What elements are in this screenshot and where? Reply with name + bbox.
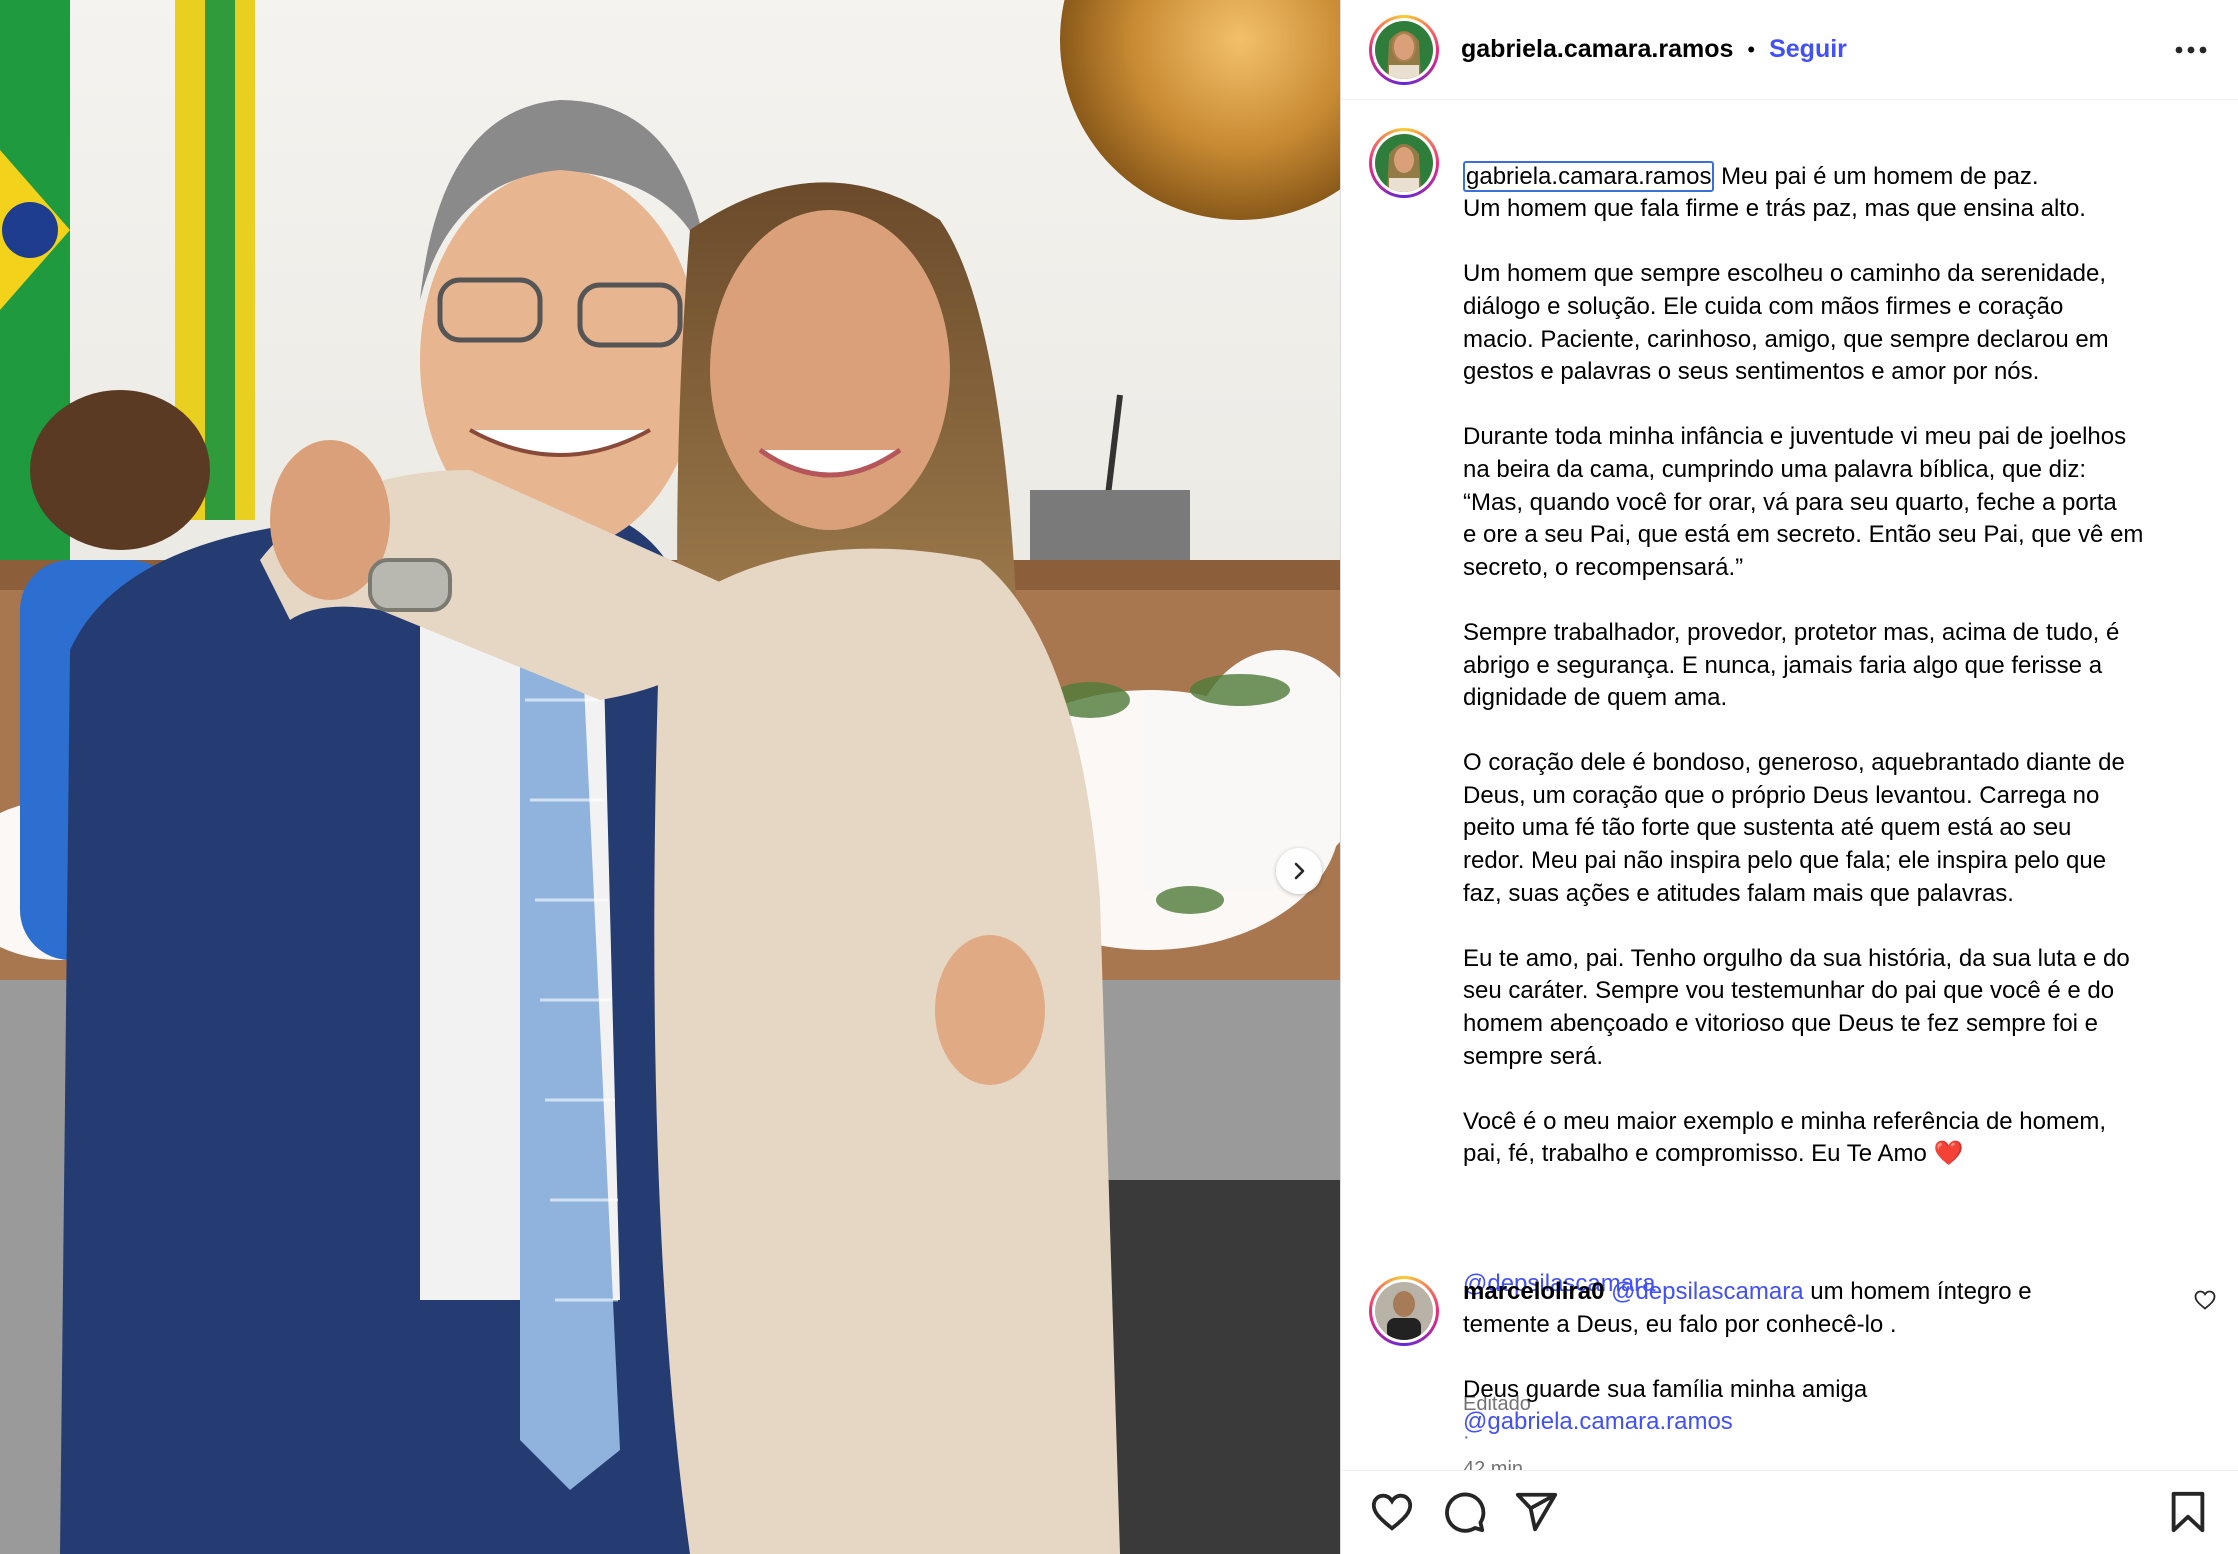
more-options-button[interactable] [2171,30,2211,70]
bookmark-icon [2171,1491,2205,1533]
comment-like-button[interactable] [2193,1288,2221,1316]
post-timestamp[interactable]: 42 min [1463,1458,1523,1470]
caption-line: gabriela.camara.ramos Meu pai é um homem… [1463,160,2238,194]
caption-line: “Mas, quando você for orar, vá para seu … [1463,488,2117,516]
caption-line: Um homem que sempre escolheu o caminho d… [1463,260,2107,288]
comment-item: marcelolira0 @depsilascamara um homem ín… [1369,1276,2229,1439]
caption-line: Você é o meu maior exemplo e minha refer… [1463,1107,2106,1135]
caption-line: seu caráter. Sempre vou testemunhar do p… [1463,977,2115,1005]
carousel-next-button[interactable] [1276,848,1322,894]
caption-line: Durante toda minha infância e juventude … [1463,423,2127,451]
comments-scroll-area[interactable]: gabriela.camara.ramos Meu pai é um homem… [1341,100,2238,1470]
caption-author-avatar[interactable] [1369,128,1439,198]
caption-line: e ore a seu Pai, que está em secreto. En… [1463,521,2144,549]
like-button[interactable] [1369,1489,1415,1535]
caption-line: O coração dele é bondoso, generoso, aque… [1463,749,2125,777]
photo-illustration [0,0,1340,1554]
commenter-avatar[interactable] [1369,1276,1439,1346]
caption-line: homem abençoado e vitorioso que Deus te … [1463,1010,2099,1038]
header-separator: • [1747,36,1756,62]
caption-line: Eu te amo, pai. Tenho orgulho da sua his… [1463,944,2130,972]
caption-line-text: Meu pai é um homem de paz. [1714,162,2039,190]
avatar-image [1375,20,1433,79]
post-sidebar: gabriela.camara.ramos • Seguir gabriela.… [1340,0,2238,1554]
comment-icon [1445,1492,1486,1533]
comment-username[interactable]: marcelolira0 [1463,1278,1604,1305]
follow-button[interactable]: Seguir [1769,35,1847,64]
chevron-right-icon [1294,862,1305,880]
author-username[interactable]: gabriela.camara.ramos [1461,35,1733,64]
caption-username-link[interactable]: gabriela.camara.ramos [1463,160,1715,192]
caption-line: secreto, o recompensará.” [1463,553,1744,581]
avatar-image [1375,134,1433,192]
heart-icon [1371,1493,1413,1531]
red-heart-emoji: ❤️ [1926,1140,1964,1168]
caption-lines: gabriela.camara.ramos Meu pai é um homem… [1463,160,2238,1171]
save-button[interactable] [2165,1489,2211,1535]
post-action-bar [1341,1470,2238,1554]
caption-line [1463,584,2238,617]
heart-icon [2194,1290,2216,1310]
caption-line: dignidade de quem ama. [1463,684,1728,712]
caption-line [1463,389,2238,422]
caption-line [1463,1073,2238,1106]
avatar-image [1375,1282,1433,1340]
caption-line: Sempre trabalhador, provedor, protetor m… [1463,618,2120,646]
caption-line: sempre será. [1463,1042,1604,1070]
caption-line: gestos e palavras o seus sentimentos e a… [1463,358,2040,386]
comment-body: marcelolira0 @depsilascamara um homem ín… [1463,1276,2223,1439]
post-photo[interactable] [0,0,1340,1554]
caption-line [1463,715,2238,748]
caption-line: redor. Meu pai não inspira pelo que fala… [1463,847,2107,875]
comment-mention-link-2[interactable]: @gabriela.camara.ramos [1463,1408,1733,1435]
caption-line: abrigo e segurança. E nunca, jamais fari… [1463,651,2103,679]
post-header: gabriela.camara.ramos • Seguir [1341,0,2238,100]
caption-line: na beira da cama, cumprindo uma palavra … [1463,455,2087,483]
caption: gabriela.camara.ramos Meu pai é um homem… [1369,128,2238,1470]
more-horizontal-icon [2175,46,2207,54]
share-button[interactable] [1513,1489,1559,1535]
comment-button[interactable] [1441,1489,1487,1535]
caption-line: pai, fé, trabalho e compromisso. Eu Te A… [1463,1140,1964,1168]
send-icon [1515,1492,1558,1532]
caption-line: diálogo e solução. Ele cuida com mãos fi… [1463,292,2064,320]
caption-line: faz, suas ações e atitudes falam mais qu… [1463,879,2014,907]
caption-line [1463,910,2238,943]
caption-line: Deus, um coração que o próprio Deus leva… [1463,781,2100,809]
caption-line: Um homem que fala firme e trás paz, mas … [1463,195,2086,223]
caption-line: macio. Paciente, carinhoso, amigo, que s… [1463,325,2109,353]
caption-line: peito uma fé tão forte que sustenta até … [1463,814,2072,842]
comment-mention-link[interactable]: @depsilascamara [1611,1278,1803,1305]
caption-line [1463,226,2238,259]
caption-body: gabriela.camara.ramos Meu pai é um homem… [1463,128,2238,1470]
author-avatar[interactable] [1369,14,1439,85]
instagram-post-view: gabriela.camara.ramos • Seguir gabriela.… [0,0,2238,1554]
